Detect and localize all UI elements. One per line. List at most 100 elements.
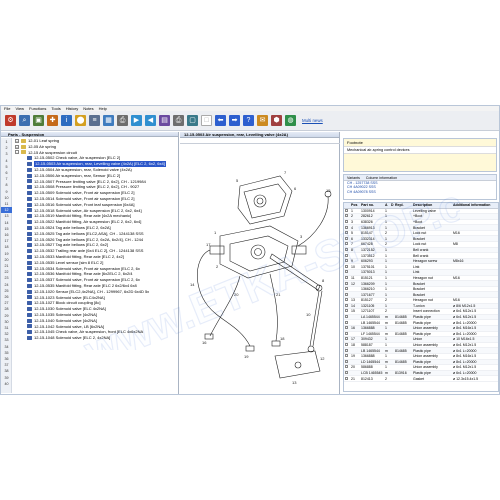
checkbox-icon[interactable]: [345, 225, 348, 229]
row-checkbox[interactable]: [344, 331, 350, 336]
exploded-parts-diagram[interactable]: 576 132 81510 141618 19 1213 1720 21: [180, 146, 340, 392]
row-number[interactable]: 12: [1, 207, 12, 214]
column-header[interactable]: Pos: [350, 203, 360, 207]
row-number[interactable]: 6: [1, 170, 12, 176]
save-icon[interactable]: ▤: [159, 115, 170, 126]
row-number[interactable]: 36: [1, 356, 12, 362]
checkbox-icon[interactable]: [345, 359, 348, 363]
blank-icon[interactable]: □: [201, 115, 212, 126]
row-number[interactable]: 33: [1, 337, 12, 343]
row-number[interactable]: 21: [1, 263, 12, 269]
row-number[interactable]: 14: [1, 220, 12, 226]
variants-tab[interactable]: Variants: [344, 175, 363, 180]
arrow-left-icon[interactable]: ⬅: [215, 115, 226, 126]
back-icon[interactable]: ◀: [145, 115, 156, 126]
row-number[interactable]: 13: [1, 213, 12, 219]
row-number[interactable]: 25: [1, 288, 12, 294]
row-number[interactable]: 4: [1, 158, 12, 164]
column-info-tab[interactable]: Column information: [363, 175, 400, 180]
row-checkbox[interactable]: [344, 270, 350, 274]
row-number[interactable]: 19: [1, 251, 12, 257]
row-number[interactable]: 3: [1, 151, 12, 157]
row-number[interactable]: 16: [1, 232, 12, 238]
row-number[interactable]: 5: [1, 164, 12, 170]
checkbox-icon[interactable]: [345, 253, 348, 257]
globe-icon[interactable]: ◍: [285, 115, 296, 126]
list-icon[interactable]: ≡: [89, 115, 100, 126]
print2-icon[interactable]: ⎙: [173, 115, 184, 126]
parts-icon[interactable]: ⚙: [5, 115, 16, 126]
row-number[interactable]: 1: [1, 139, 12, 145]
row-number[interactable]: 38: [1, 368, 12, 374]
checkbox-icon[interactable]: [345, 303, 348, 307]
row-number[interactable]: 24: [1, 282, 12, 288]
row-number[interactable]: 28: [1, 306, 12, 312]
help-icon[interactable]: ?: [243, 115, 254, 126]
row-number[interactable]: 31: [1, 325, 12, 331]
row-number[interactable]: 8: [1, 182, 12, 188]
row-checkbox[interactable]: [344, 315, 350, 319]
checkbox-icon[interactable]: [345, 354, 348, 358]
checkbox-icon[interactable]: [345, 259, 348, 263]
row-number[interactable]: 30: [1, 319, 12, 325]
checkbox-icon[interactable]: [345, 264, 348, 268]
row-checkbox[interactable]: [344, 359, 350, 364]
table-row[interactable]: 21 812413 2 Gasket ø 12.3x15.4x1.5: [344, 376, 498, 382]
expand-toggle-icon[interactable]: -: [15, 150, 19, 155]
print-icon[interactable]: ⎙: [117, 115, 128, 126]
multi-news-link[interactable]: Multi news: [302, 118, 323, 123]
service-icon[interactable]: ✚: [47, 115, 58, 126]
row-checkbox[interactable]: [344, 292, 350, 297]
row-number[interactable]: 2: [1, 145, 12, 151]
expand-toggle-icon[interactable]: +: [15, 144, 19, 149]
checkbox-icon[interactable]: [345, 315, 348, 319]
variant-row[interactable]: CH 4A09078 SSS: [344, 190, 496, 194]
checkbox-icon[interactable]: [345, 242, 348, 246]
checkbox-icon[interactable]: [345, 371, 348, 375]
pin-icon[interactable]: ⬤: [75, 115, 86, 126]
checkbox-icon[interactable]: [345, 337, 348, 341]
checkbox-icon[interactable]: [345, 320, 348, 324]
row-checkbox[interactable]: [344, 320, 350, 325]
checkbox-icon[interactable]: [345, 236, 348, 240]
vehicle-icon[interactable]: ▣: [33, 115, 44, 126]
row-number[interactable]: 11: [1, 201, 12, 207]
row-number[interactable]: 34: [1, 344, 12, 350]
row-number[interactable]: 9: [1, 189, 12, 195]
checkbox-icon[interactable]: [345, 214, 348, 218]
checkbox-icon[interactable]: [345, 208, 348, 212]
column-header[interactable]: Description: [412, 203, 452, 207]
row-number[interactable]: 15: [1, 226, 12, 232]
row-checkbox[interactable]: [344, 371, 350, 375]
window-icon[interactable]: ▢: [187, 115, 198, 126]
checkbox-icon[interactable]: [345, 331, 348, 335]
checkbox-icon[interactable]: [345, 219, 348, 223]
table-icon[interactable]: ▦: [103, 115, 114, 126]
checkbox-icon[interactable]: [345, 281, 348, 285]
row-checkbox[interactable]: [344, 348, 350, 353]
row-checkbox[interactable]: [344, 287, 350, 291]
tree-item[interactable]: 12-15-1048 Solenoid valve [ELC 2, 4x2NA]: [13, 335, 178, 341]
info-icon[interactable]: i: [61, 115, 72, 126]
row-number[interactable]: 32: [1, 331, 12, 337]
row-number[interactable]: 20: [1, 257, 12, 263]
row-number[interactable]: 7: [1, 176, 12, 182]
arrow-right-icon[interactable]: ➡: [229, 115, 240, 126]
checkbox-icon[interactable]: [345, 376, 348, 380]
row-number[interactable]: 23: [1, 275, 12, 281]
row-number[interactable]: 29: [1, 313, 12, 319]
row-number[interactable]: 26: [1, 294, 12, 300]
checkbox-icon[interactable]: [345, 287, 348, 291]
row-number[interactable]: 40: [1, 381, 12, 387]
search-icon[interactable]: ⌕: [19, 115, 30, 126]
checkbox-icon[interactable]: [345, 343, 348, 347]
checkbox-icon[interactable]: [345, 247, 348, 251]
row-number[interactable]: 10: [1, 195, 12, 201]
expand-toggle-icon[interactable]: +: [15, 138, 19, 143]
tag-icon[interactable]: ⬢: [271, 115, 282, 126]
checkbox-icon[interactable]: [345, 309, 348, 313]
column-header[interactable]: Additional information: [452, 203, 498, 207]
row-number[interactable]: 17: [1, 238, 12, 244]
row-number[interactable]: 35: [1, 350, 12, 356]
checkbox-icon[interactable]: [345, 270, 348, 274]
